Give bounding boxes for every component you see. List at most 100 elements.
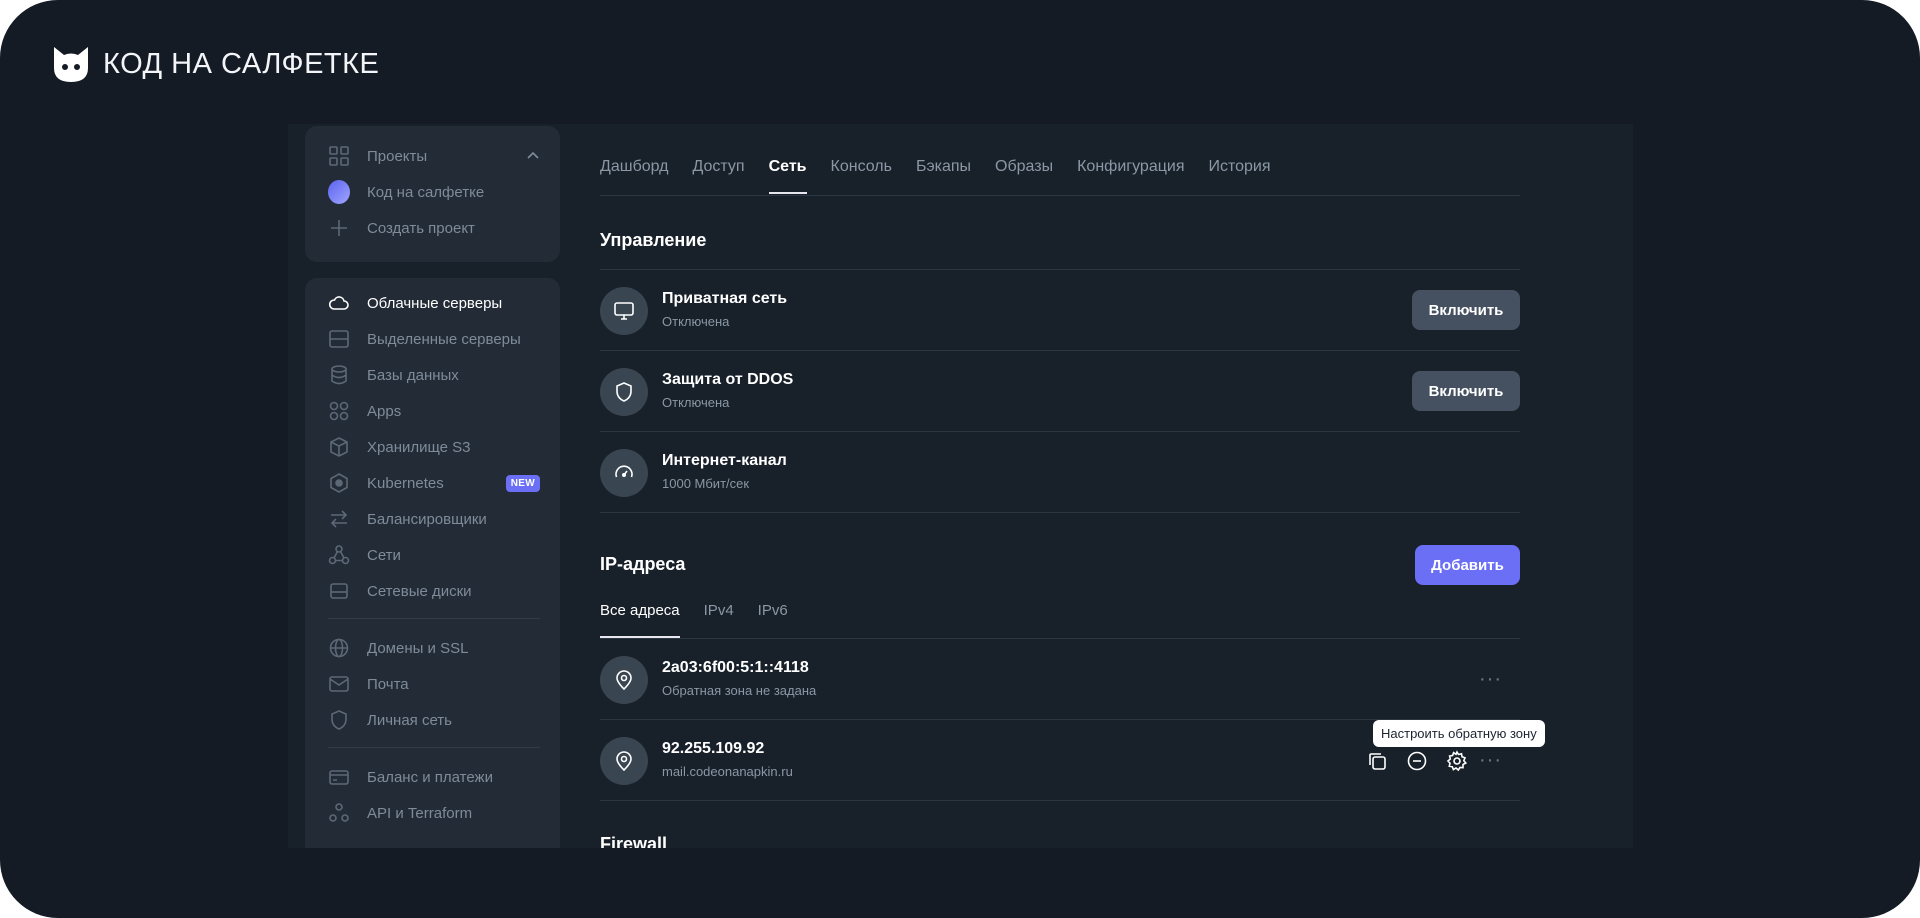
projects-panel: Проекты Код на салфетке Создать проект (305, 126, 560, 262)
row-value: 1000 Мбит/сек (662, 476, 750, 491)
ip-reverse-zone: mail.codeonanapkin.ru (662, 764, 793, 779)
reverse-zone-tooltip: Настроить обратную зону (1373, 720, 1545, 747)
sidebar-item-label: Базы данных (367, 366, 459, 384)
internet-channel-row: Интернет-канал 1000 Мбит/сек (600, 432, 1520, 512)
grid-icon (328, 145, 350, 167)
tab-history[interactable]: История (1208, 157, 1270, 185)
plus-icon (328, 217, 350, 239)
sidebar-item-dedicated-servers[interactable]: Выделенные серверы (328, 324, 540, 354)
row-title: Приватная сеть (662, 290, 788, 307)
divider (600, 512, 1520, 513)
location-pin-icon (600, 737, 648, 785)
tab-images[interactable]: Образы (995, 157, 1053, 185)
app-window: Проекты Код на салфетке Создать проект О… (288, 124, 1633, 848)
sidebar-item-networks[interactable]: Сети (328, 540, 540, 570)
copy-icon[interactable] (1366, 750, 1388, 772)
arrows-icon (328, 508, 350, 530)
cat-logo-icon (54, 47, 88, 82)
row-title: Интернет-канал (662, 452, 787, 469)
tab-ipv4[interactable]: IPv4 (704, 602, 734, 636)
sidebar-nav: Облачные серверы Выделенные серверы Базы… (305, 278, 560, 848)
ip-row[interactable]: 2a03:6f00:5:1::4118 Обратная зона не зад… (600, 639, 1520, 719)
api-icon (328, 802, 350, 824)
sidebar-divider (328, 618, 540, 619)
sidebar-item-private-network[interactable]: Личная сеть (328, 705, 540, 735)
sidebar-item-label: Kubernetes (367, 474, 444, 492)
cloud-icon (328, 292, 350, 314)
sidebar-item-label: API и Terraform (367, 804, 473, 822)
speedometer-icon (600, 449, 648, 497)
tab-access[interactable]: Доступ (693, 157, 745, 185)
sidebar-item-create-project[interactable]: Создать проект (328, 213, 540, 243)
network-icon (328, 544, 350, 566)
sidebar-item-label: Личная сеть (367, 711, 452, 729)
ddos-protection-row: Защита от DDOS Отключена Включить (600, 351, 1520, 431)
sidebar-item-domains-ssl[interactable]: Домены и SSL (328, 633, 540, 663)
more-options-icon[interactable]: ··· (1479, 750, 1502, 770)
sidebar-item-balancers[interactable]: Балансировщики (328, 504, 540, 534)
chevron-up-icon[interactable] (526, 149, 540, 163)
ip-section-title: IP-адреса (600, 554, 686, 574)
sidebar-item-mail[interactable]: Почта (328, 669, 540, 699)
mail-icon (328, 673, 350, 695)
row-title: Защита от DDOS (662, 371, 794, 388)
add-ip-button[interactable]: Добавить (1415, 545, 1520, 585)
gear-icon[interactable] (1446, 750, 1468, 772)
sidebar-item-apps[interactable]: Apps (328, 396, 540, 426)
row-actions (1366, 750, 1468, 772)
remove-icon[interactable] (1406, 750, 1428, 772)
location-pin-icon (600, 656, 648, 704)
shield-icon (328, 709, 350, 731)
sidebar-item-s3-storage[interactable]: Хранилище S3 (328, 432, 540, 462)
ip-reverse-zone: Обратная зона не задана (662, 683, 817, 698)
sidebar-item-label: Apps (367, 402, 402, 420)
server-tabs: Дашборд Доступ Сеть Консоль Бэкапы Образ… (600, 157, 1295, 194)
sidebar-item-label: Баланс и платежи (367, 768, 493, 786)
sidebar-item-kubernetes[interactable]: Kubernetes NEW (328, 468, 540, 498)
tab-console[interactable]: Консоль (831, 157, 892, 185)
card-icon (328, 766, 350, 788)
shield-icon (600, 368, 648, 416)
sidebar-item-label: Код на салфетке (367, 183, 485, 201)
sidebar-item-label: Выделенные серверы (367, 330, 521, 348)
project-avatar (328, 180, 350, 204)
row-status: Отключена (662, 314, 730, 329)
divider (600, 800, 1520, 801)
sidebar-item-project-kod[interactable]: Код на салфетке (328, 177, 540, 207)
sidebar-divider (328, 747, 540, 748)
tab-network[interactable]: Сеть (768, 157, 807, 194)
sidebar-item-databases[interactable]: Базы данных (328, 360, 540, 390)
private-network-row: Приватная сеть Отключена Включить (600, 270, 1520, 350)
ip-address: 2a03:6f00:5:1::4118 (662, 659, 809, 676)
tab-backups[interactable]: Бэкапы (916, 157, 971, 185)
sidebar-item-billing[interactable]: Баланс и платежи (328, 762, 540, 792)
tab-ipv6[interactable]: IPv6 (758, 602, 788, 636)
brand: КОД НА САЛФЕТКЕ (51, 44, 379, 84)
sidebar-item-network-disks[interactable]: Сетевые диски (328, 576, 540, 606)
sidebar-item-label: Балансировщики (367, 510, 487, 528)
database-icon (328, 364, 350, 386)
firewall-section-title: Firewall (600, 834, 668, 848)
enable-ddos-button[interactable]: Включить (1412, 371, 1520, 411)
tab-all-addresses[interactable]: Все адреса (600, 602, 680, 638)
sidebar-item-cloud-servers[interactable]: Облачные серверы (328, 288, 540, 318)
window-frame: КОД НА САЛФЕТКЕ Проекты Код на салфетке … (0, 0, 1920, 918)
sidebar-item-projects[interactable]: Проекты (328, 141, 540, 171)
globe-icon (328, 637, 350, 659)
kubernetes-icon (328, 472, 350, 494)
apps-icon (328, 400, 350, 422)
more-options-icon[interactable]: ··· (1479, 669, 1502, 689)
tab-dashboard[interactable]: Дашборд (600, 157, 669, 185)
enable-private-network-button[interactable]: Включить (1412, 290, 1520, 330)
sidebar-item-label: Облачные серверы (367, 294, 503, 312)
server-icon (328, 328, 350, 350)
tab-configuration[interactable]: Конфигурация (1077, 157, 1184, 185)
new-badge: NEW (505, 474, 540, 492)
sidebar-item-label: Почта (367, 675, 409, 693)
divider (600, 195, 1520, 196)
sidebar-item-api-terraform[interactable]: API и Terraform (328, 798, 540, 828)
ip-filter-tabs: Все адреса IPv4 IPv6 (600, 602, 812, 638)
sidebar-item-label: Хранилище S3 (367, 438, 471, 456)
box-icon (328, 436, 350, 458)
sidebar-item-label: Создать проект (367, 219, 475, 237)
